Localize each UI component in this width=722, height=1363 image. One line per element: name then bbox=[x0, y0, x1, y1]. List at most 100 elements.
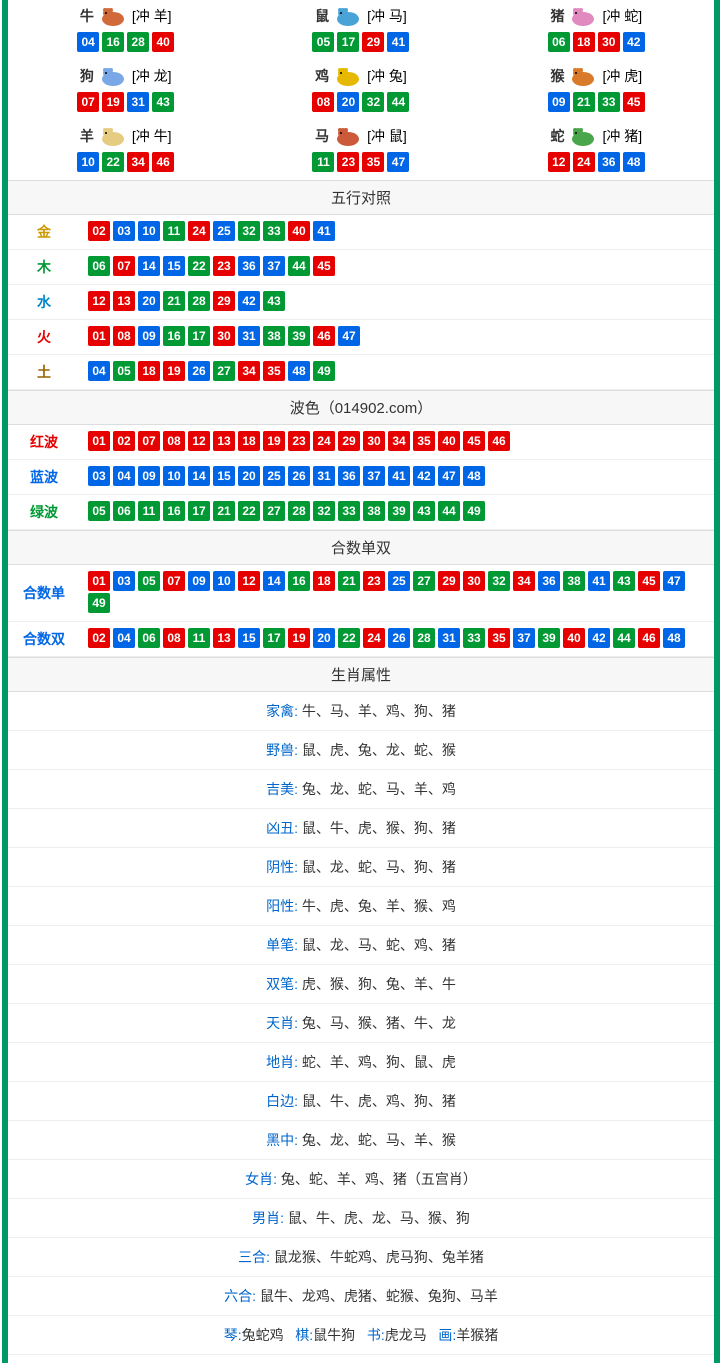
zodiac-cell: 猴[冲 虎]09213345 bbox=[479, 60, 714, 120]
number-ball: 45 bbox=[638, 571, 660, 591]
number-ball: 40 bbox=[563, 628, 585, 648]
number-ball: 14 bbox=[138, 256, 160, 276]
attr-val: 蛇、羊、鸡、狗、鼠、虎 bbox=[302, 1054, 456, 1070]
number-ball: 30 bbox=[598, 32, 620, 52]
number-ball: 22 bbox=[238, 501, 260, 521]
number-ball: 47 bbox=[338, 326, 360, 346]
number-ball: 16 bbox=[163, 326, 185, 346]
number-ball: 08 bbox=[113, 326, 135, 346]
table-row: 绿波05061116172122272832333839434449 bbox=[8, 495, 714, 530]
attr-row: 吉美: 兔、龙、蛇、马、羊、鸡 bbox=[8, 770, 714, 809]
number-ball: 06 bbox=[113, 501, 135, 521]
number-ball: 45 bbox=[313, 256, 335, 276]
number-ball: 05 bbox=[88, 501, 110, 521]
number-ball: 48 bbox=[288, 361, 310, 381]
attr-row: 黑中: 兔、龙、蛇、马、羊、猴 bbox=[8, 1121, 714, 1160]
number-ball: 44 bbox=[288, 256, 310, 276]
number-ball: 34 bbox=[513, 571, 535, 591]
number-ball: 30 bbox=[213, 326, 235, 346]
number-ball: 27 bbox=[413, 571, 435, 591]
number-ball: 47 bbox=[663, 571, 685, 591]
number-ball: 46 bbox=[488, 431, 510, 451]
number-ball: 04 bbox=[113, 628, 135, 648]
row-key: 蓝波 bbox=[8, 460, 80, 495]
attr-key: 吉美: bbox=[266, 781, 302, 797]
attr-key: 书: bbox=[367, 1327, 385, 1343]
row-nums: 0108091617303138394647 bbox=[80, 320, 714, 355]
attr-row: 六合: 鼠牛、龙鸡、虎猪、蛇猴、兔狗、马羊 bbox=[8, 1277, 714, 1316]
table-row: 水1213202128294243 bbox=[8, 285, 714, 320]
number-ball: 01 bbox=[88, 571, 110, 591]
number-ball: 41 bbox=[588, 571, 610, 591]
number-ball: 11 bbox=[163, 221, 185, 241]
zodiac-chong: [冲 虎] bbox=[602, 66, 642, 86]
number-ball: 12 bbox=[238, 571, 260, 591]
number-ball: 32 bbox=[238, 221, 260, 241]
attr-row: 双笔: 虎、猴、狗、兔、羊、牛 bbox=[8, 965, 714, 1004]
number-ball: 32 bbox=[313, 501, 335, 521]
attr-val: 虎龙马 bbox=[385, 1327, 427, 1343]
row-nums: 02031011242532334041 bbox=[80, 215, 714, 250]
row-nums: 04051819262734354849 bbox=[80, 355, 714, 390]
number-ball: 29 bbox=[213, 291, 235, 311]
attr-val: 兔、龙、蛇、马、羊、猴 bbox=[302, 1132, 456, 1148]
number-ball: 48 bbox=[463, 466, 485, 486]
number-ball: 29 bbox=[338, 431, 360, 451]
table-row: 红波0102070812131819232429303435404546 bbox=[8, 425, 714, 460]
attr-val: 鼠、龙、马、蛇、鸡、猪 bbox=[302, 937, 456, 953]
number-ball: 47 bbox=[438, 466, 460, 486]
attr-key: 女肖: bbox=[245, 1171, 281, 1187]
number-ball: 08 bbox=[312, 92, 334, 112]
zodiac-nums: 12243648 bbox=[479, 152, 714, 172]
number-ball: 21 bbox=[338, 571, 360, 591]
zodiac-nums: 07193143 bbox=[8, 92, 243, 112]
number-ball: 01 bbox=[88, 326, 110, 346]
number-ball: 43 bbox=[263, 291, 285, 311]
zodiac-name: 鸡 bbox=[315, 66, 329, 86]
attr-key: 双笔: bbox=[266, 976, 302, 992]
number-ball: 16 bbox=[288, 571, 310, 591]
attr-key: 琴: bbox=[224, 1327, 242, 1343]
attr-key: 男肖: bbox=[252, 1210, 288, 1226]
zodiac-grid: 牛[冲 羊]04162840鼠[冲 马]05172941猪[冲 蛇]061830… bbox=[8, 0, 714, 180]
number-ball: 36 bbox=[538, 571, 560, 591]
zodiac-nums: 04162840 bbox=[8, 32, 243, 52]
attr-row: 男肖: 鼠、牛、虎、龙、马、猴、狗 bbox=[8, 1199, 714, 1238]
number-ball: 36 bbox=[338, 466, 360, 486]
number-ball: 46 bbox=[313, 326, 335, 346]
number-ball: 43 bbox=[413, 501, 435, 521]
number-ball: 31 bbox=[438, 628, 460, 648]
number-ball: 16 bbox=[102, 32, 124, 52]
zodiac-animal-icon bbox=[331, 64, 365, 88]
number-ball: 14 bbox=[188, 466, 210, 486]
zodiac-name: 羊 bbox=[80, 126, 94, 146]
number-ball: 34 bbox=[127, 152, 149, 172]
number-ball: 28 bbox=[288, 501, 310, 521]
zodiac-animal-icon bbox=[566, 4, 600, 28]
attrs-footer: 琴:兔蛇鸡 棋:鼠牛狗 书:虎龙马 画:羊猴猪 bbox=[8, 1316, 714, 1355]
number-ball: 22 bbox=[102, 152, 124, 172]
table-row: 火0108091617303138394647 bbox=[8, 320, 714, 355]
zodiac-chong: [冲 牛] bbox=[132, 126, 172, 146]
number-ball: 37 bbox=[513, 628, 535, 648]
number-ball: 13 bbox=[213, 628, 235, 648]
number-ball: 29 bbox=[362, 32, 384, 52]
zodiac-nums: 05172941 bbox=[243, 32, 478, 52]
number-ball: 10 bbox=[138, 221, 160, 241]
number-ball: 44 bbox=[613, 628, 635, 648]
number-ball: 42 bbox=[238, 291, 260, 311]
attr-row: 白边: 鼠、牛、虎、鸡、狗、猪 bbox=[8, 1082, 714, 1121]
number-ball: 12 bbox=[188, 431, 210, 451]
row-key: 火 bbox=[8, 320, 80, 355]
number-ball: 02 bbox=[113, 431, 135, 451]
attr-key: 天肖: bbox=[266, 1015, 302, 1031]
number-ball: 25 bbox=[213, 221, 235, 241]
attr-val: 牛、马、羊、鸡、狗、猪 bbox=[302, 703, 456, 719]
table-row: 合数双0204060811131517192022242628313335373… bbox=[8, 622, 714, 657]
zodiac-name: 牛 bbox=[80, 6, 94, 26]
row-key: 金 bbox=[8, 215, 80, 250]
number-ball: 10 bbox=[77, 152, 99, 172]
number-ball: 16 bbox=[163, 501, 185, 521]
attr-row: 凶丑: 鼠、牛、虎、猴、狗、猪 bbox=[8, 809, 714, 848]
number-ball: 28 bbox=[188, 291, 210, 311]
